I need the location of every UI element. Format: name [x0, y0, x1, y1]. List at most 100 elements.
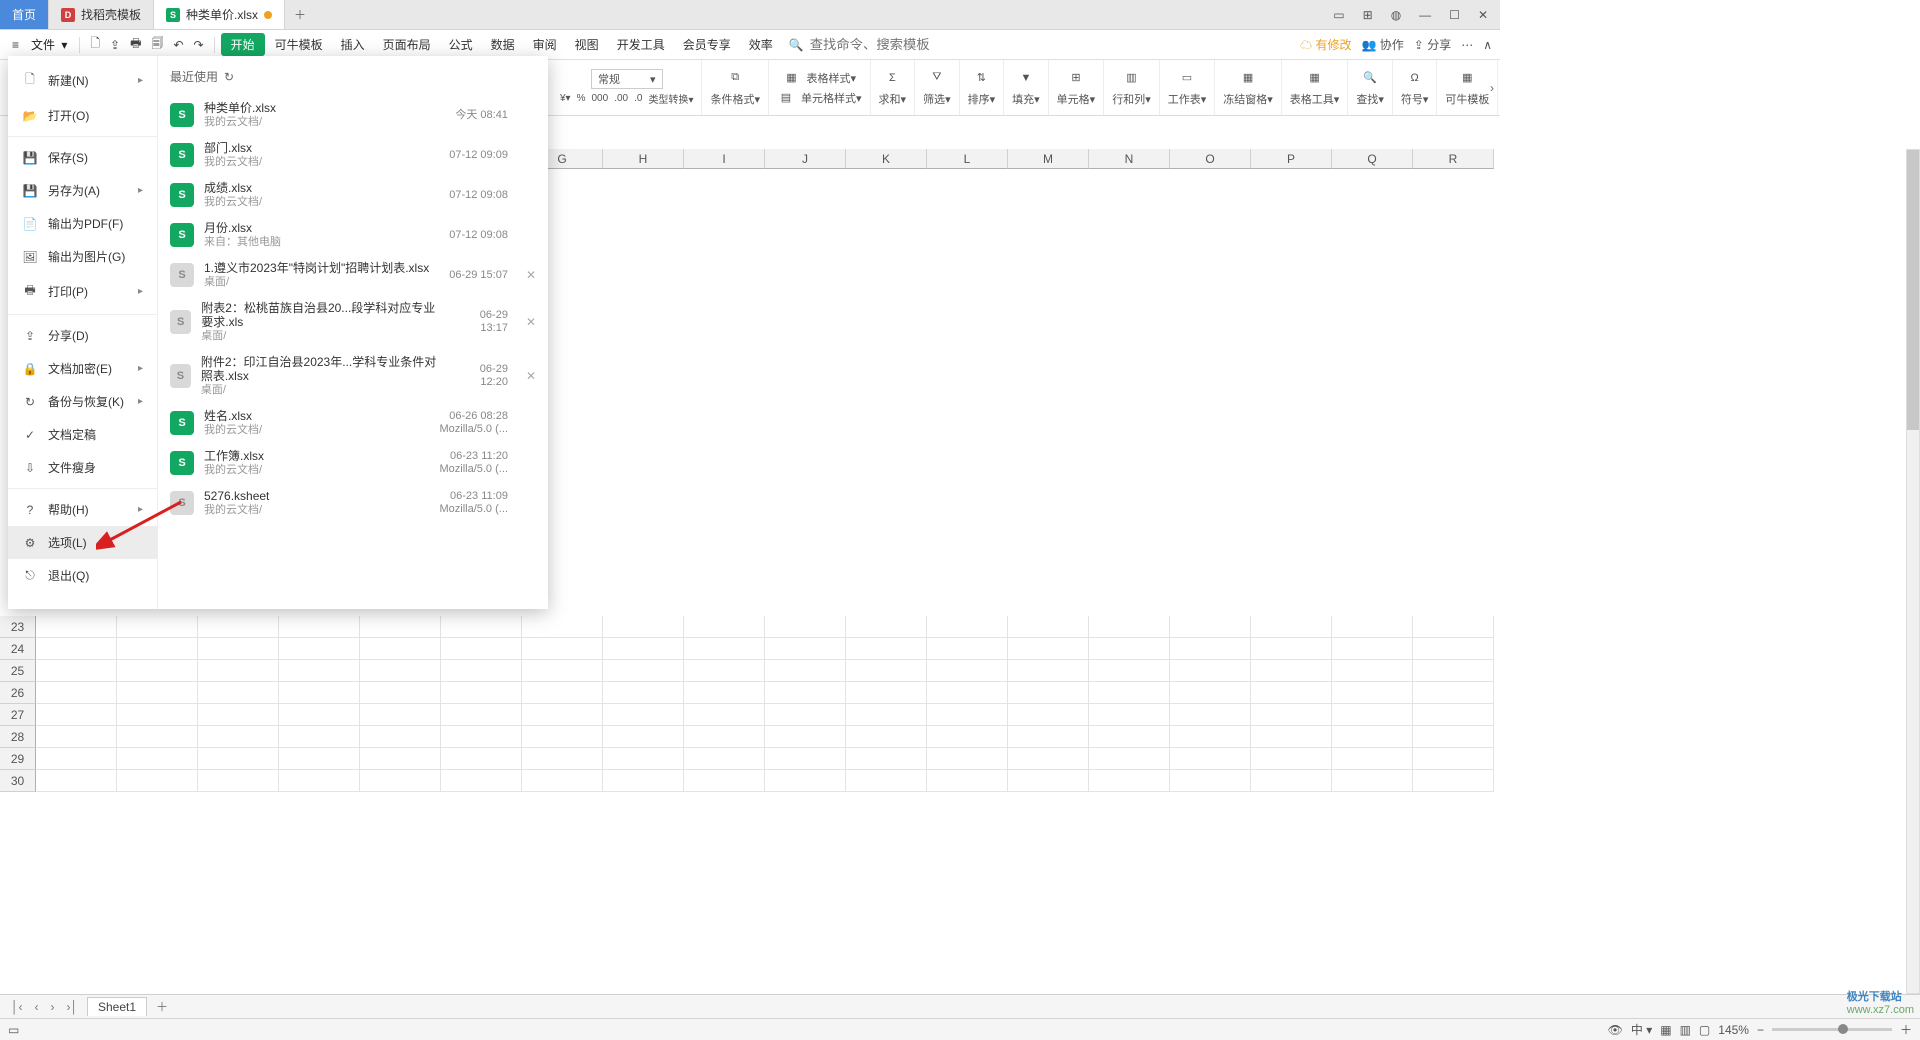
menu-pdf[interactable]: 📄输出为PDF(F): [8, 207, 157, 240]
ribbon-tab-efficiency[interactable]: 效率: [741, 33, 781, 56]
cell[interactable]: [1008, 748, 1089, 770]
cell[interactable]: [1251, 616, 1332, 638]
dec-inc-icon[interactable]: .00: [614, 93, 628, 104]
cells-icon[interactable]: ⊞: [1067, 69, 1085, 87]
cell[interactable]: [1413, 682, 1494, 704]
cell[interactable]: [1251, 660, 1332, 682]
col-header[interactable]: H: [603, 149, 684, 169]
filter[interactable]: 筛选▾: [923, 91, 951, 107]
recent-file-item[interactable]: S部门.xlsx我的云文档/07-12 09:09✕: [168, 135, 538, 175]
col-header[interactable]: M: [1008, 149, 1089, 169]
maximize-button[interactable]: ☐: [1445, 6, 1464, 24]
rowscols-icon[interactable]: ▥: [1122, 69, 1140, 87]
cell[interactable]: [927, 638, 1008, 660]
cell[interactable]: [117, 726, 198, 748]
row-header[interactable]: 27: [0, 704, 36, 726]
cell[interactable]: [1089, 660, 1170, 682]
find[interactable]: 查找▾: [1356, 91, 1384, 107]
cell[interactable]: [36, 660, 117, 682]
symbol[interactable]: 符号▾: [1401, 91, 1429, 107]
cell[interactable]: [36, 704, 117, 726]
cell[interactable]: [1008, 616, 1089, 638]
recent-file-item[interactable]: S1.遵义市2023年"特岗计划"招聘计划表.xlsx桌面/06-29 15:0…: [168, 255, 538, 295]
cell[interactable]: [198, 638, 279, 660]
cell[interactable]: [522, 748, 603, 770]
cell[interactable]: [441, 704, 522, 726]
cell[interactable]: [927, 770, 1008, 792]
rowscols[interactable]: 行和列▾: [1112, 91, 1151, 107]
cell[interactable]: [198, 704, 279, 726]
cell[interactable]: [279, 682, 360, 704]
cell[interactable]: [198, 682, 279, 704]
menu-new[interactable]: 🗋新建(N)▸: [8, 62, 157, 99]
cell[interactable]: [1008, 726, 1089, 748]
collapse-ribbon-icon[interactable]: ∧: [1483, 38, 1492, 52]
new-tab-button[interactable]: ＋: [285, 0, 315, 29]
recent-file-item[interactable]: S附表2：松桃苗族自治县20...段学科对应专业要求.xls桌面/06-29 1…: [168, 295, 538, 349]
cell[interactable]: [603, 748, 684, 770]
cell[interactable]: [765, 748, 846, 770]
template[interactable]: 可牛模板: [1445, 91, 1489, 107]
find-icon[interactable]: 🔍: [1361, 69, 1379, 87]
apps-icon[interactable]: ⊞: [1359, 6, 1377, 24]
thousands-icon[interactable]: 000: [592, 93, 609, 104]
ribbon-tab-insert[interactable]: 插入: [333, 33, 373, 56]
cell[interactable]: [36, 682, 117, 704]
recent-file-item[interactable]: S月份.xlsx来自：其他电脑07-12 09:08✕: [168, 215, 538, 255]
cell[interactable]: [1089, 726, 1170, 748]
ribbon-scroll-right-icon[interactable]: ›: [1490, 81, 1494, 95]
share-button[interactable]: ⇪ 分享: [1414, 36, 1451, 53]
cell[interactable]: [603, 726, 684, 748]
cell[interactable]: [765, 770, 846, 792]
cell[interactable]: [198, 770, 279, 792]
zoom-out-icon[interactable]: −: [1757, 1023, 1764, 1037]
table-style[interactable]: 表格样式▾: [807, 70, 857, 86]
print-icon[interactable]: 🖶: [126, 31, 145, 58]
cell[interactable]: [522, 704, 603, 726]
sort[interactable]: 排序▾: [968, 91, 996, 107]
menu-encrypt[interactable]: 🔒文档加密(E)▸: [8, 352, 157, 385]
cell[interactable]: [1170, 638, 1251, 660]
cell[interactable]: [279, 704, 360, 726]
menu-help[interactable]: ?帮助(H)▸: [8, 493, 157, 526]
fill[interactable]: 填充▾: [1012, 91, 1040, 107]
cell[interactable]: [441, 616, 522, 638]
minimize-button[interactable]: —: [1415, 6, 1435, 24]
ribbon-tab-review[interactable]: 审阅: [525, 33, 565, 56]
vertical-scrollbar[interactable]: [1906, 149, 1920, 994]
cell[interactable]: [36, 726, 117, 748]
row-header[interactable]: 26: [0, 682, 36, 704]
cell[interactable]: [846, 704, 927, 726]
tools-icon[interactable]: ▦: [1306, 69, 1324, 87]
cell[interactable]: [441, 682, 522, 704]
view-normal-icon[interactable]: ▦: [1660, 1023, 1671, 1037]
cell[interactable]: [1332, 616, 1413, 638]
cell[interactable]: [36, 770, 117, 792]
cell[interactable]: [927, 682, 1008, 704]
cell[interactable]: [1008, 660, 1089, 682]
cell[interactable]: [1332, 638, 1413, 660]
cell[interactable]: [522, 660, 603, 682]
save-icon[interactable]: 🗋: [86, 31, 104, 58]
cell[interactable]: [1089, 770, 1170, 792]
cond-format-icon[interactable]: ⧉: [726, 69, 744, 87]
cell[interactable]: [441, 748, 522, 770]
remove-recent-icon[interactable]: ✕: [526, 268, 536, 282]
cell[interactable]: [1008, 770, 1089, 792]
currency-icon[interactable]: ¥▾: [560, 93, 571, 104]
cell[interactable]: [846, 726, 927, 748]
cell[interactable]: [1413, 726, 1494, 748]
eye-icon[interactable]: 👁: [1608, 1023, 1623, 1037]
layout-icon[interactable]: ▭: [1329, 6, 1348, 24]
cell[interactable]: [36, 748, 117, 770]
number-format-select[interactable]: 常规▾: [591, 69, 663, 89]
cell[interactable]: [360, 770, 441, 792]
ribbon-tab-view[interactable]: 视图: [567, 33, 607, 56]
file-menu-button[interactable]: 文件 ▾: [25, 33, 73, 56]
menu-saveas[interactable]: 💾另存为(A)▸: [8, 174, 157, 207]
has-changes-indicator[interactable]: ☁ 有修改: [1300, 36, 1351, 53]
cell[interactable]: [36, 638, 117, 660]
sheet-nav-next[interactable]: ›: [48, 1000, 58, 1014]
menu-print[interactable]: 🖶打印(P)▸: [8, 273, 157, 310]
cell[interactable]: [117, 704, 198, 726]
